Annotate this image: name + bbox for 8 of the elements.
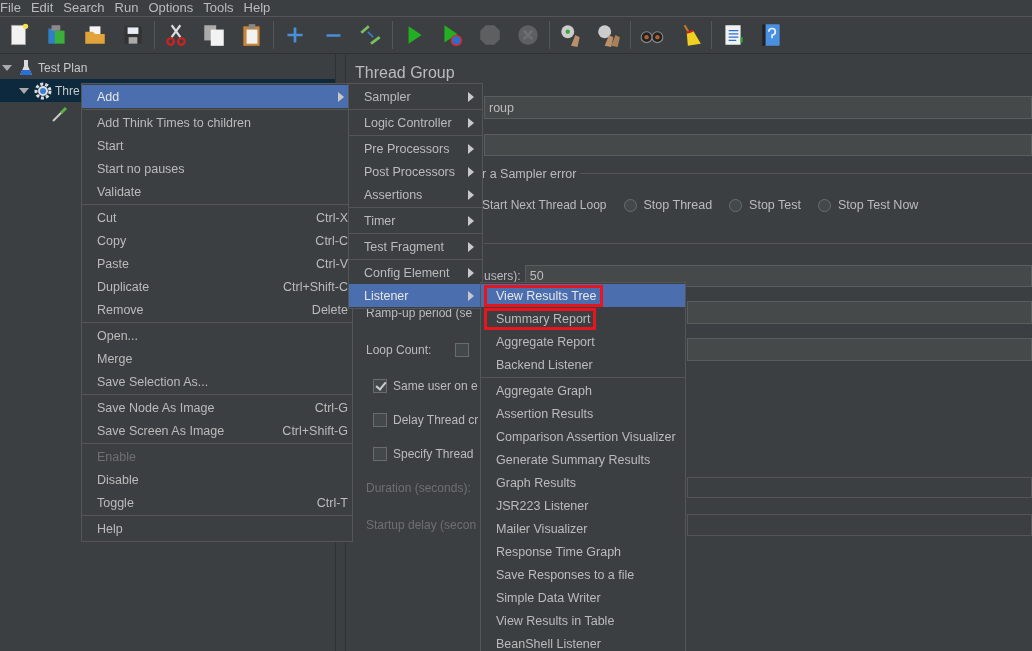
field-label: users):	[484, 269, 521, 283]
group-legend: r a Sampler error	[482, 166, 577, 181]
radio-label: Start Next Thread Loop	[482, 198, 607, 212]
panel-title: Thread Group	[354, 64, 455, 83]
tree-node-label: Thre	[55, 83, 80, 98]
field-label: Ramp-up period (se	[366, 305, 473, 320]
field-label: Loop Count:	[366, 342, 432, 357]
tree-node-label: Test Plan	[38, 60, 88, 75]
